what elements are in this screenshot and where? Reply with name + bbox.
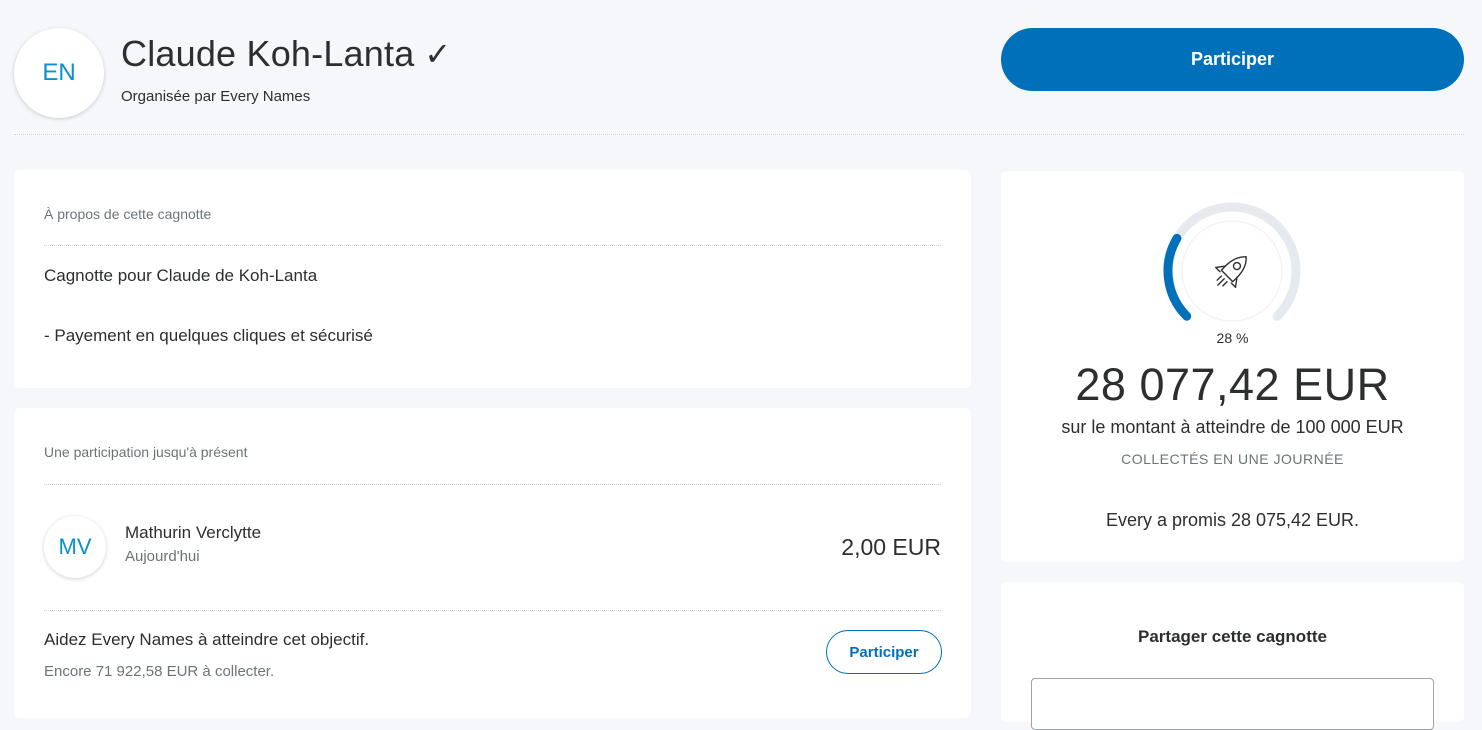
remaining-amount-text: Encore 71 922,58 EUR à collecter.	[44, 663, 275, 680]
avatar: MV	[44, 516, 106, 578]
share-title: Partager cette cagnotte	[1138, 627, 1327, 646]
help-title: Aidez Every Names à atteindre cet object…	[44, 630, 370, 649]
participations-divider	[44, 484, 941, 485]
donor-amount: 2,00 EUR	[841, 534, 941, 560]
participations-divider	[44, 610, 941, 611]
share-link-field[interactable]	[1031, 678, 1434, 730]
donor-date: Aujourd'hui	[125, 548, 200, 565]
participations-heading: Une participation jusqu'à présent	[44, 444, 248, 460]
organizer-initials: EN	[42, 59, 76, 86]
organizer-avatar: EN	[14, 28, 104, 118]
pool-title: Claude Koh-Lanta	[121, 33, 415, 74]
about-divider	[44, 245, 941, 246]
collection-period: COLLECTÉS EN UNE JOURNÉE	[1121, 451, 1344, 467]
progress-percent: 28 %	[1216, 330, 1249, 346]
participate-secondary-button[interactable]: Participer	[826, 630, 942, 674]
about-card: À propos de cette cagnotte Cagnotte pour…	[14, 170, 971, 388]
raised-amount: 28 077,42 EUR	[1075, 359, 1390, 410]
page-header: EN Claude Koh-Lanta ✓ Organisée par Ever…	[14, 0, 1464, 135]
goal-amount-text: sur le montant à atteindre de 100 000 EU…	[1061, 417, 1404, 437]
goal-card: 28 % 28 077,42 EUR sur le montant à atte…	[1001, 171, 1464, 562]
donor-initials: MV	[58, 534, 92, 559]
share-card: Partager cette cagnotte	[1001, 582, 1464, 730]
about-heading: À propos de cette cagnotte	[44, 206, 212, 222]
participate-button[interactable]: Participer	[1001, 28, 1464, 91]
donor-name: Mathurin Verclytte	[125, 523, 262, 542]
participations-card: Une participation jusqu'à présent MV Mat…	[14, 408, 971, 718]
progress-ring-svg	[1163, 202, 1301, 340]
organizer-text: Organisée par Every Names	[121, 88, 311, 105]
about-description-line: Cagnotte pour Claude de Koh-Lanta	[44, 266, 318, 285]
progress-ring	[1161, 200, 1303, 342]
verified-check-icon: ✓	[424, 36, 452, 72]
about-description-line: - Payement en quelques cliques et sécuri…	[44, 326, 373, 345]
title-row: Claude Koh-Lanta ✓	[121, 33, 451, 75]
promise-text: Every a promis 28 075,42 EUR.	[1105, 510, 1360, 530]
